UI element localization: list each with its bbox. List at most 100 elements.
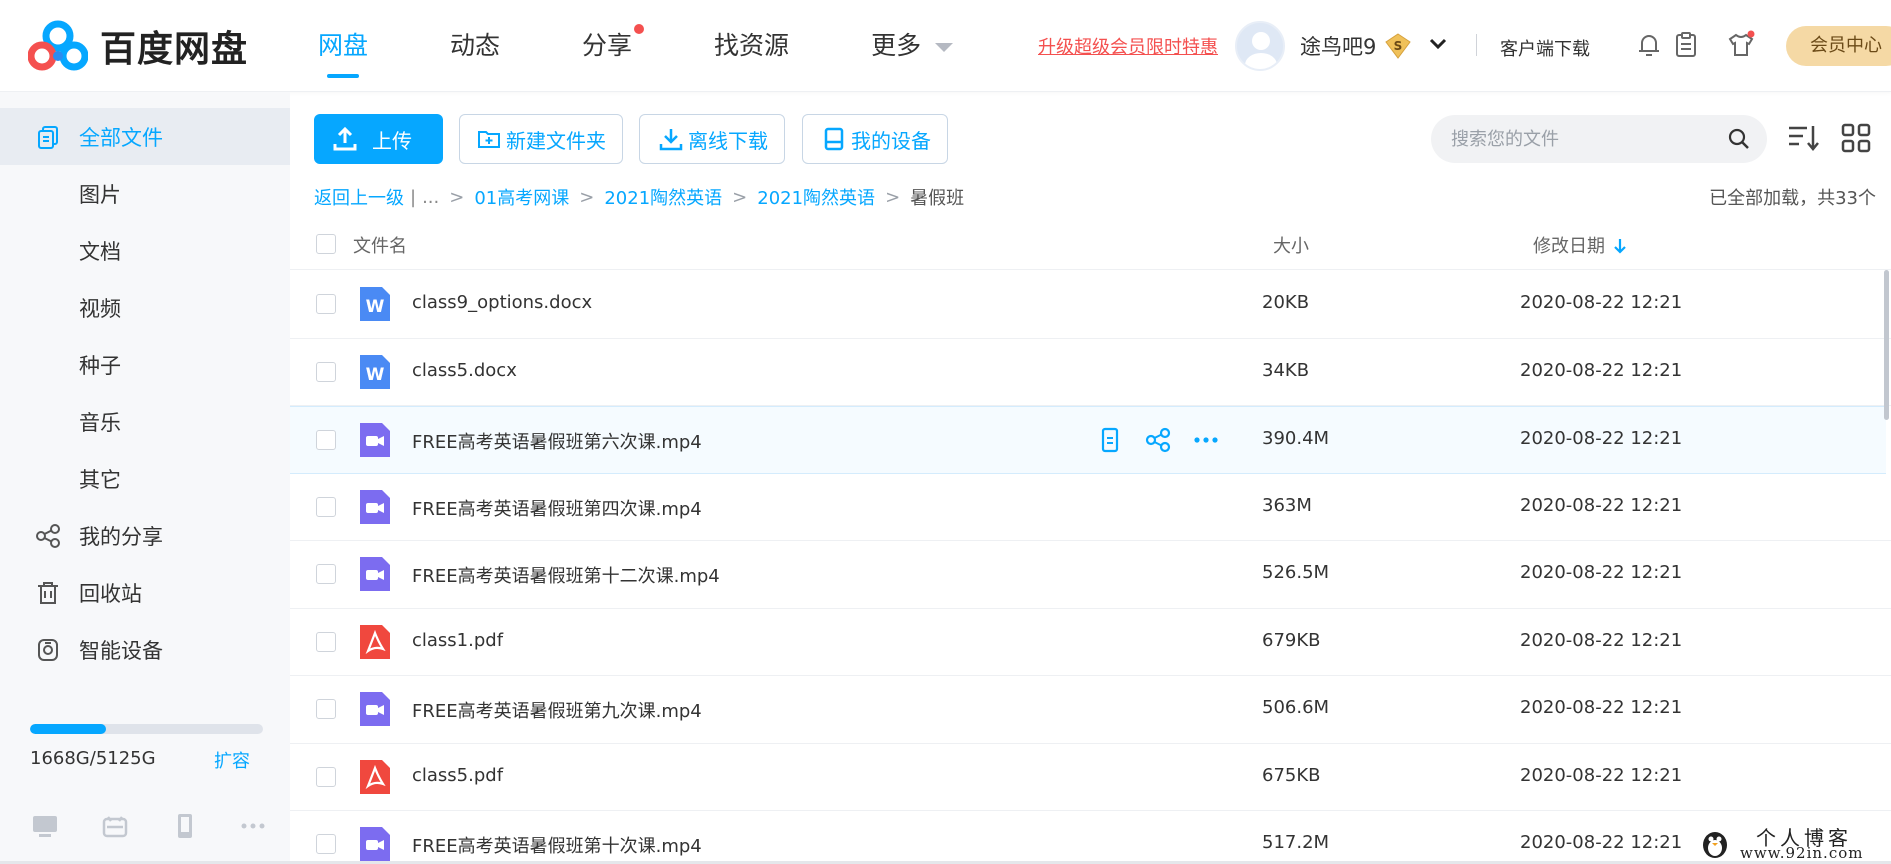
desktop-icon[interactable] — [30, 811, 60, 841]
clipboard-icon[interactable] — [1671, 30, 1701, 60]
nav-more[interactable]: 更多 — [871, 0, 954, 92]
file-date: 2020-08-22 12:21 — [1520, 428, 1683, 449]
file-name[interactable]: class1.pdf — [412, 630, 503, 651]
my-devices-button[interactable]: 我的设备 — [802, 114, 948, 164]
upload-button[interactable]: 上传 — [314, 114, 443, 164]
file-name[interactable]: FREE高考英语暑假班第四次课.mp4 — [412, 495, 702, 521]
file-row[interactable]: FREE高考英语暑假班第十次课.mp4 517.2M 2020-08-22 12:2… — [290, 811, 1891, 864]
upload-button-label: 上传 — [372, 128, 412, 153]
tshirt-icon[interactable] — [1726, 30, 1756, 60]
breadcrumb-ellipsis[interactable]: ... — [422, 187, 439, 208]
file-row[interactable]: FREE高考英语暑假班第九次课.mp4 506.6M 2020-08-22 12:2… — [290, 676, 1891, 744]
row-checkbox[interactable] — [316, 699, 336, 719]
search-input[interactable] — [1451, 115, 1721, 163]
file-name[interactable]: FREE高考英语暑假班第十次课.mp4 — [412, 832, 702, 858]
breadcrumb-item[interactable]: 2021陶然英语 — [757, 184, 875, 210]
file-row[interactable]: class1.pdf 679KB 2020-08-22 12:21 — [290, 609, 1891, 676]
new-folder-icon — [478, 131, 500, 148]
file-row[interactable]: FREE高考英语暑假班第四次课.mp4 363M 2020-08-22 12:21 — [290, 474, 1891, 541]
file-name[interactable]: class9_options.docx — [412, 292, 592, 313]
offline-download-button-label: 离线下载 — [688, 128, 768, 153]
breadcrumb-item[interactable]: 01高考网课 — [474, 184, 569, 210]
row-checkbox[interactable] — [316, 496, 336, 517]
breadcrumb-item[interactable]: 2021陶然英语 — [604, 184, 722, 210]
pdf-file-icon — [360, 759, 390, 794]
select-all-checkbox[interactable] — [316, 234, 336, 254]
more-options-icon[interactable] — [1192, 426, 1220, 454]
grid-view-icon[interactable] — [1838, 120, 1874, 156]
row-checkbox[interactable] — [316, 294, 336, 314]
nav-netdisk[interactable]: 网盘 — [318, 0, 368, 92]
file-size: 390.4M — [1262, 428, 1330, 449]
file-name[interactable]: FREE高考英语暑假班第十二次课.mp4 — [412, 562, 720, 588]
member-center-button[interactable]: 会员中心 — [1786, 26, 1891, 66]
svg-text:W: W — [366, 297, 385, 317]
scrollbar[interactable] — [1884, 270, 1889, 420]
nav-share[interactable]: 分享 — [582, 0, 645, 92]
row-checkbox[interactable] — [316, 564, 336, 584]
header-divider — [1476, 34, 1477, 56]
row-checkbox[interactable] — [316, 361, 336, 382]
video-file-icon — [360, 827, 390, 861]
file-date: 2020-08-22 12:21 — [1520, 292, 1683, 313]
share-icon[interactable] — [1144, 426, 1172, 454]
file-row[interactable]: class5.pdf 675KB 2020-08-22 12:21 — [290, 744, 1891, 811]
sidebar-item-docs[interactable]: 文档 — [0, 222, 290, 279]
offline-download-button[interactable]: 离线下载 — [639, 114, 785, 164]
back-link[interactable]: 返回上一级 — [314, 184, 404, 210]
file-name[interactable]: class5.pdf — [412, 765, 503, 786]
nav-activity[interactable]: 动态 — [450, 0, 500, 92]
file-table-header: 文件名 大小 修改日期 — [290, 220, 1891, 270]
file-row[interactable]: FREE高考英语暑假班第六次课.mp4 390.4M 2020-08-22 12:2… — [290, 406, 1886, 474]
breadcrumb-separator: > — [732, 186, 748, 208]
file-row[interactable]: Wclass9_options.docx 20KB 2020-08-22 12:21 — [290, 271, 1891, 339]
sidebar-item-videos[interactable]: 视频 — [0, 279, 290, 336]
logo-text: 百度网盘 — [100, 29, 249, 70]
sidebar-item-images[interactable]: 图片 — [0, 165, 290, 222]
sidebar-item-recycle-bin[interactable]: 回收站 — [0, 564, 290, 621]
avatar[interactable] — [1235, 21, 1285, 71]
client-download-link[interactable]: 客户端下载 — [1500, 35, 1590, 61]
pdf-file-icon — [360, 624, 390, 659]
search-icon[interactable] — [1727, 127, 1751, 151]
sidebar-item-others[interactable]: 其它 — [0, 450, 290, 507]
file-row[interactable]: Wclass5.docx 34KB 2020-08-22 12:21 — [290, 339, 1891, 406]
row-checkbox[interactable] — [316, 430, 336, 450]
file-name[interactable]: FREE高考英语暑假班第六次课.mp4 — [412, 428, 702, 454]
file-row[interactable]: FREE高考英语暑假班第十二次课.mp4 526.5M 2020-08-22 12:… — [290, 541, 1891, 609]
file-size: 34KB — [1262, 359, 1310, 381]
sidebar-item-smart-devices[interactable]: 智能设备 — [0, 621, 290, 678]
sort-icon[interactable] — [1785, 120, 1821, 156]
android-icon[interactable] — [100, 811, 130, 841]
file-size: 363M — [1262, 494, 1312, 516]
baidu-netdisk-logo[interactable]: 百度网盘 — [28, 20, 248, 72]
phone-icon[interactable] — [170, 811, 200, 841]
file-date: 2020-08-22 12:21 — [1520, 359, 1683, 381]
bell-icon[interactable] — [1634, 30, 1664, 60]
column-size[interactable]: 大小 — [1273, 232, 1309, 258]
nav-find-resources[interactable]: 找资源 — [714, 0, 789, 92]
chevron-down-icon[interactable] — [1428, 34, 1448, 54]
logo-icon — [28, 20, 88, 71]
expand-storage-link[interactable]: 扩容 — [214, 747, 250, 773]
file-name[interactable]: class5.docx — [412, 360, 517, 381]
sidebar-item-torrents[interactable]: 种子 — [0, 336, 290, 393]
row-checkbox[interactable] — [316, 766, 336, 787]
username[interactable]: 途鸟吧9 — [1300, 31, 1376, 61]
upgrade-promo-link[interactable]: 升级超级会员限时特惠 — [1038, 33, 1218, 59]
row-checkbox[interactable] — [316, 834, 336, 854]
top-header: 百度网盘 网盘 动态 分享 找资源 更多 升级超级会员限时特惠 途鸟吧9 S 客… — [0, 0, 1891, 92]
file-date: 2020-08-22 12:21 — [1520, 697, 1683, 718]
send-to-phone-icon[interactable] — [1096, 426, 1124, 454]
column-name[interactable]: 文件名 — [353, 232, 407, 258]
sidebar-item-music[interactable]: 音乐 — [0, 393, 290, 450]
svip-badge-icon: S — [1385, 33, 1411, 59]
new-folder-button[interactable]: 新建文件夹 — [459, 114, 623, 164]
more-devices-icon[interactable] — [238, 811, 268, 841]
file-name[interactable]: FREE高考英语暑假班第九次课.mp4 — [412, 697, 702, 723]
column-date[interactable]: 修改日期 — [1533, 232, 1627, 258]
row-checkbox[interactable] — [316, 631, 336, 652]
sidebar-item-my-shares[interactable]: 我的分享 — [0, 507, 290, 564]
sidebar-item-all-files[interactable]: 全部文件 — [0, 108, 290, 165]
file-size: 506.6M — [1262, 697, 1330, 718]
